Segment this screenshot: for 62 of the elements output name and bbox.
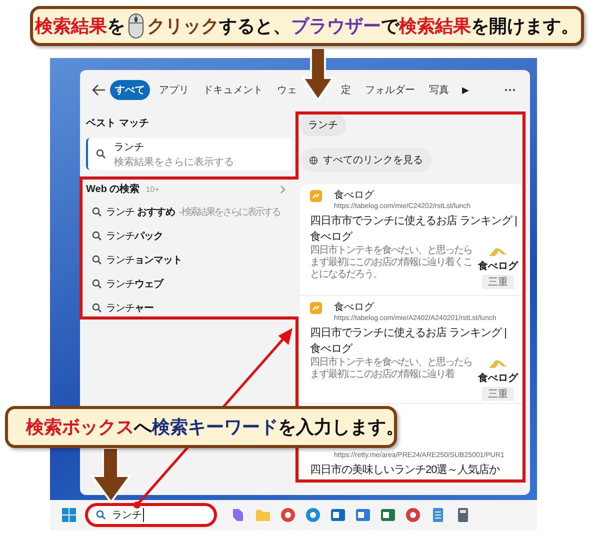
callout-text: 検索ボックスへ検索キーワードを入力します。 — [26, 416, 404, 439]
mouse-icon — [128, 13, 144, 39]
search-field[interactable]: ランチ — [85, 503, 217, 527]
result-title[interactable]: 四日市でランチに使えるお店 ランキング | 食べログ — [310, 325, 518, 357]
globe-icon — [309, 156, 318, 164]
suggestion-item[interactable]: ランチョンマット — [86, 248, 292, 272]
result-subtitle: 検索結果をさらに表示する — [114, 156, 234, 168]
section-heading: ベスト マッチ — [86, 117, 150, 130]
suggestion-item[interactable]: ランチウェブ — [86, 272, 292, 296]
result-count: 10+ — [146, 184, 160, 194]
best-match-item[interactable]: ランチ 検索結果をさらに表示する — [86, 138, 292, 170]
site-icon — [310, 190, 322, 202]
windows-start-icon[interactable] — [62, 508, 76, 522]
calculator-icon[interactable] — [455, 507, 471, 523]
spreadsheet-app-icon[interactable] — [380, 507, 396, 523]
more-options-icon[interactable] — [504, 88, 516, 92]
logo-icon — [487, 357, 509, 369]
search-icon — [96, 510, 106, 520]
browser-icon[interactable] — [305, 507, 321, 523]
search-icon — [92, 303, 102, 313]
app-icon[interactable] — [405, 507, 421, 523]
chevron-right-icon[interactable] — [280, 184, 286, 194]
section-heading: Web の検索 — [86, 182, 140, 196]
app-icon[interactable] — [355, 507, 371, 523]
colorful-app-icon[interactable] — [230, 507, 246, 523]
site-name: 食べログ — [334, 190, 374, 202]
filter-tab[interactable]: ウェ — [272, 80, 302, 100]
search-icon — [92, 207, 102, 217]
suggestion-item[interactable]: ランチャー — [86, 296, 292, 320]
site-name: 食べログ — [334, 302, 374, 314]
notepad-icon[interactable] — [430, 507, 446, 523]
region-tag: 三重 — [482, 275, 514, 289]
logo-icon — [487, 245, 509, 257]
more-tabs-button[interactable]: ▶ — [462, 85, 469, 95]
mail-app-icon[interactable] — [330, 507, 346, 523]
result-title: ランチ — [114, 140, 145, 154]
suggestion-item[interactable]: ランチ おすすめ - 検索結果をさらに表示する — [86, 200, 292, 224]
site-icon — [310, 302, 322, 314]
suggestion-item[interactable]: ランチパック — [86, 224, 292, 248]
search-icon — [96, 149, 106, 159]
filter-tab[interactable]: すべて — [110, 80, 150, 100]
search-icon — [92, 279, 102, 289]
filter-tab[interactable]: 定 — [336, 80, 356, 100]
result-snippet: 四日市トンテキを食べたい、と思ったらまず最初にこのお店の情報に辿り着くことになるだろう。 — [310, 245, 472, 281]
back-arrow-icon[interactable] — [92, 84, 106, 96]
result-snippet: 四日市トンテキを食べたい、と思ったらまず最初にこのお店の情報に辿り着 — [310, 357, 472, 381]
search-icon — [92, 255, 102, 265]
search-icon — [92, 231, 102, 241]
filter-tab[interactable]: ドキュメント — [198, 80, 268, 100]
filter-tab[interactable]: 写真 — [424, 80, 454, 100]
logo-text: 食べログ — [478, 372, 518, 385]
filter-tab[interactable]: アプリ — [154, 80, 194, 100]
browser-icon[interactable] — [280, 507, 296, 523]
see-all-links-button[interactable]: すべてのリンクを見る — [300, 148, 432, 172]
result-title[interactable]: 四日市市でランチに使えるお店 ランキング | 食べログ — [310, 213, 518, 245]
result-title[interactable]: 四日市の美味しいランチ20選～人気店か — [310, 462, 518, 478]
region-tag: 三重 — [482, 387, 514, 401]
callout-text: 検索結果を — [35, 15, 125, 38]
logo-text: 食べログ — [478, 260, 518, 273]
filter-tab[interactable]: フォルダー — [360, 80, 420, 100]
callout-text: クリックすると、ブラウザーで検索結果を開けます。 — [147, 15, 579, 38]
query-chip[interactable]: ランチ — [300, 114, 346, 136]
